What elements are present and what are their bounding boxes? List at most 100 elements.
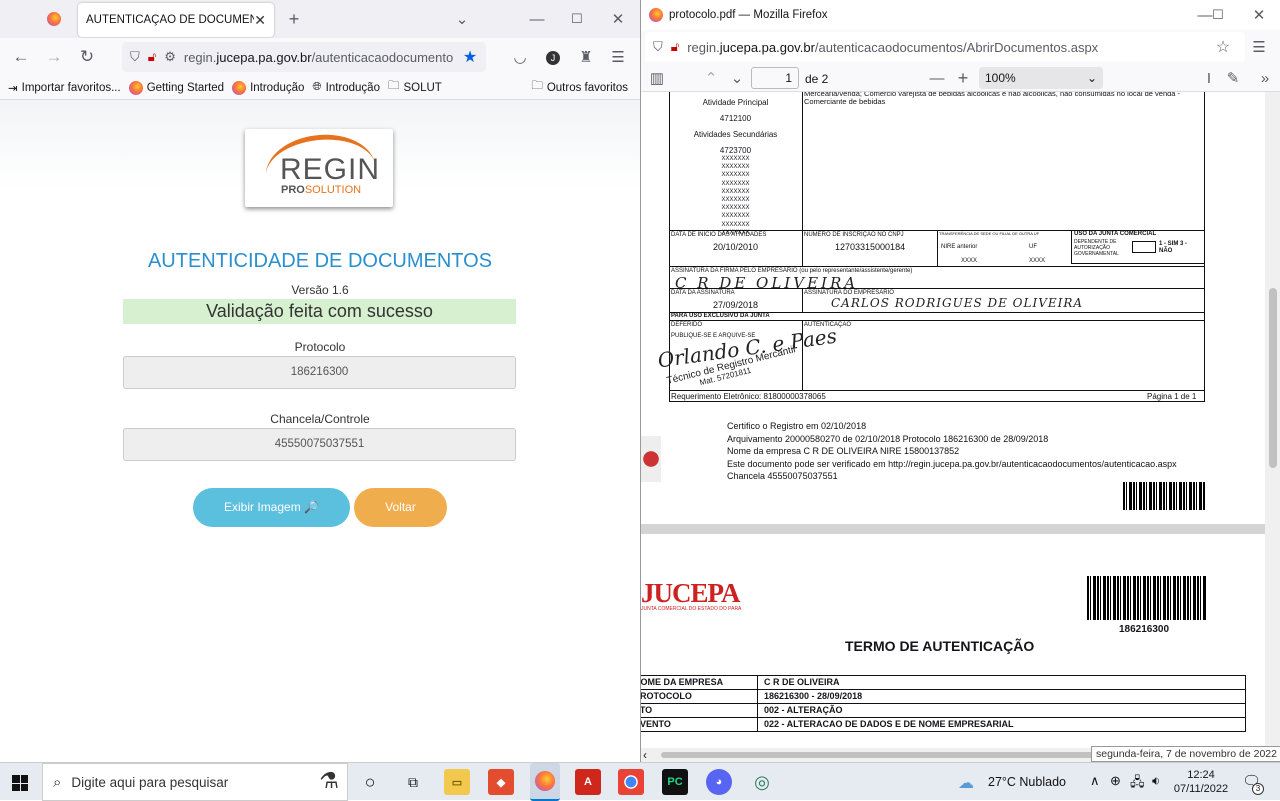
close-window-icon[interactable]: ✕ (1247, 3, 1271, 27)
url-bar[interactable]: ⛉ 🔓︎ regin. jucepa.pa.gov.br/autenticacao… (645, 32, 1245, 62)
zoom-in-icon[interactable]: + (951, 66, 975, 90)
task-view-icon[interactable]: ⧉ (400, 769, 426, 795)
taskbar-search[interactable]: ⌕ Digite aqui para pesquisar ⚗ (42, 763, 348, 801)
chancela-label: Chancela/Controle (270, 412, 370, 426)
close-tab-icon[interactable]: ✕ (254, 12, 266, 29)
scroll-left-icon[interactable]: ‹ (643, 748, 647, 762)
discord-icon[interactable]: ◕ (706, 769, 732, 795)
firefox-taskbar-icon[interactable] (530, 763, 560, 801)
account-avatar[interactable]: J (546, 51, 560, 65)
bookmarks-bar: ⇥ Importar favoritos... Getting Started I… (0, 76, 640, 100)
volume-icon[interactable]: 🔉︎ (1152, 773, 1160, 789)
maximize-icon[interactable]: ☐ (565, 7, 589, 31)
table-value: 022 - ALTERACAO DE DADOS E DE NOME EMPRE… (764, 719, 1014, 729)
data-inicio-label: DATA DE INÍCIO DAS ATIVIDADES (671, 232, 767, 238)
ativ-sec-code: 4723700 (719, 146, 752, 155)
new-tab-icon[interactable]: + (282, 7, 306, 31)
bookmark-solut[interactable]: 🗀 SOLUT (388, 78, 442, 97)
firefox-icon (649, 8, 663, 22)
table-key: ATO (641, 704, 758, 717)
vertical-scrollbar[interactable] (1265, 92, 1280, 748)
zoom-select[interactable]: 100% ⌄ (979, 67, 1103, 89)
page-number-input[interactable]: 1 (751, 67, 799, 89)
pycharm-icon[interactable]: PC (662, 769, 688, 795)
anydesk-icon[interactable]: ◆ (488, 769, 514, 795)
minimize-icon[interactable]: — (525, 7, 549, 31)
next-page-icon[interactable]: ⌄ (725, 66, 749, 90)
firefox-view-icon[interactable] (47, 12, 61, 26)
network-icon[interactable]: 🖧︎ (1130, 773, 1145, 795)
scroll-thumb[interactable] (661, 752, 1101, 758)
tab-autenticacao[interactable]: AUTENTICAÇÃO DE DOCUMENTOS ✕ (78, 3, 274, 37)
clock[interactable]: 12:24 07/11/2022 (1170, 768, 1232, 796)
tray-chevron-up-icon[interactable]: ∧ (1090, 773, 1100, 789)
protocolo-field[interactable]: 186216300 (123, 356, 516, 389)
bookmark-introducao-2[interactable]: 🌐︎ Introdução (312, 81, 380, 94)
forward-icon[interactable]: → (42, 45, 66, 69)
permissions-icon[interactable]: ⚙ (164, 49, 176, 65)
bookmark-getting-started[interactable]: Getting Started (128, 80, 225, 95)
bookmark-introducao-1[interactable]: Introdução (232, 80, 305, 95)
bookmark-star-icon[interactable]: ★ (458, 45, 482, 69)
url-path: /autenticacaodocumentos/AbrirDocumentos.… (814, 39, 1099, 55)
bookmark-other[interactable]: 🗀 Outros favoritos (531, 78, 628, 97)
text-select-icon[interactable]: I (1197, 66, 1221, 90)
left-browser-window: AUTENTICAÇÃO DE DOCUMENTOS ✕ + ⌄ — ☐ ✕ ←… (0, 0, 640, 762)
nire-ant-label: NIRE anterior (941, 244, 978, 250)
sim-nao-label: 1 - SIM 3 - NÃO (1159, 241, 1188, 254)
bookmark-import[interactable]: ⇥ Importar favoritos... (8, 81, 121, 95)
windows-start-icon[interactable] (12, 775, 28, 791)
acrobat-icon[interactable]: A (575, 769, 601, 795)
pocket-icon[interactable]: ◡ (508, 45, 532, 69)
xs-item: XXXXXXX (721, 156, 750, 162)
back-button[interactable]: Voltar (354, 488, 447, 527)
insecure-lock-icon[interactable]: 🔓︎ (671, 39, 679, 55)
previous-page-icon[interactable]: ⌃ (699, 66, 723, 90)
shield-icon[interactable]: ⛉ (130, 49, 140, 65)
zoom-out-icon[interactable]: — (925, 66, 949, 90)
req-eletronico: Requerimento Eletrônico: 81800000378065 (671, 392, 826, 401)
scroll-thumb[interactable] (1269, 288, 1277, 468)
barcode-number: 186216300 (1119, 624, 1170, 635)
sidebar-toggle-icon[interactable]: ▥ (645, 66, 669, 90)
divider (669, 288, 1205, 289)
fingerprint-app-icon[interactable]: ◎ (749, 769, 775, 795)
reload-icon[interactable]: ↻ (75, 45, 99, 69)
cortana-icon[interactable]: ○ (357, 769, 383, 795)
deferido-label: DEFERIDO (671, 322, 703, 328)
url-bar[interactable]: ⛉ 🔓︎ ⚙ regin. jucepa.pa.gov.br/autenticac… (122, 42, 486, 72)
show-image-button[interactable]: Exibir Imagem 🔎 (193, 488, 350, 527)
activity-description: Mercearia/venda; Comércio varejista de b… (804, 92, 1181, 106)
insecure-lock-icon[interactable]: 🔓︎ (148, 49, 156, 65)
close-window-icon[interactable]: ✕ (606, 7, 630, 31)
bookmark-label: Getting Started (146, 81, 225, 94)
chrome-icon[interactable] (618, 769, 644, 795)
tab-label: AUTENTICAÇÃO DE DOCUMENTOS (86, 14, 255, 26)
clock-date: 07/11/2022 (1173, 783, 1229, 795)
extensions-icon[interactable]: ♜ (574, 45, 598, 69)
xs-item: XXXXXXX (721, 164, 750, 171)
draw-icon[interactable]: ✎ (1221, 66, 1245, 90)
maximize-icon[interactable]: ☐ (1206, 3, 1230, 27)
pdf-page-2: JUCEPA JUNTA COMERCIAL DO ESTADO DO PARÁ… (641, 534, 1265, 748)
cloud-icon: ☁ (958, 775, 974, 792)
file-explorer-icon[interactable]: ▭ (444, 769, 470, 795)
tray-network-app-icon[interactable]: ⊕ (1110, 773, 1121, 789)
taskbar: ⌕ Digite aqui para pesquisar ⚗ ○ ⧉ ▭ ◆ A… (0, 762, 1280, 801)
menu-icon[interactable]: ☰ (1247, 35, 1271, 59)
uso-junta-label: USO DA JUNTA COMERCIAL (1074, 231, 1157, 237)
bookmark-star-icon[interactable]: ☆ (1211, 35, 1235, 59)
pdf-viewer[interactable]: Mercearia/venda; Comércio varejista de b… (641, 92, 1265, 748)
bookmark-label: Introdução (250, 81, 305, 94)
back-icon[interactable]: ← (9, 45, 33, 69)
uf-label: UF (1029, 244, 1037, 250)
list-tabs-chevron-icon[interactable]: ⌄ (450, 7, 474, 31)
chancela-field[interactable]: 45550075037551 (123, 428, 516, 461)
version-label: Versão 1.6 (291, 283, 349, 297)
weather-text[interactable]: 27°C Nublado (988, 775, 1066, 789)
tools-chevron-icon[interactable]: » (1253, 66, 1277, 90)
page-title: AUTENTICIDADE DE DOCUMENTOS (147, 250, 493, 272)
logo-subtitle: PROSOLUTION (281, 184, 361, 196)
shield-icon[interactable]: ⛉ (653, 39, 663, 55)
menu-icon[interactable]: ☰ (606, 45, 630, 69)
